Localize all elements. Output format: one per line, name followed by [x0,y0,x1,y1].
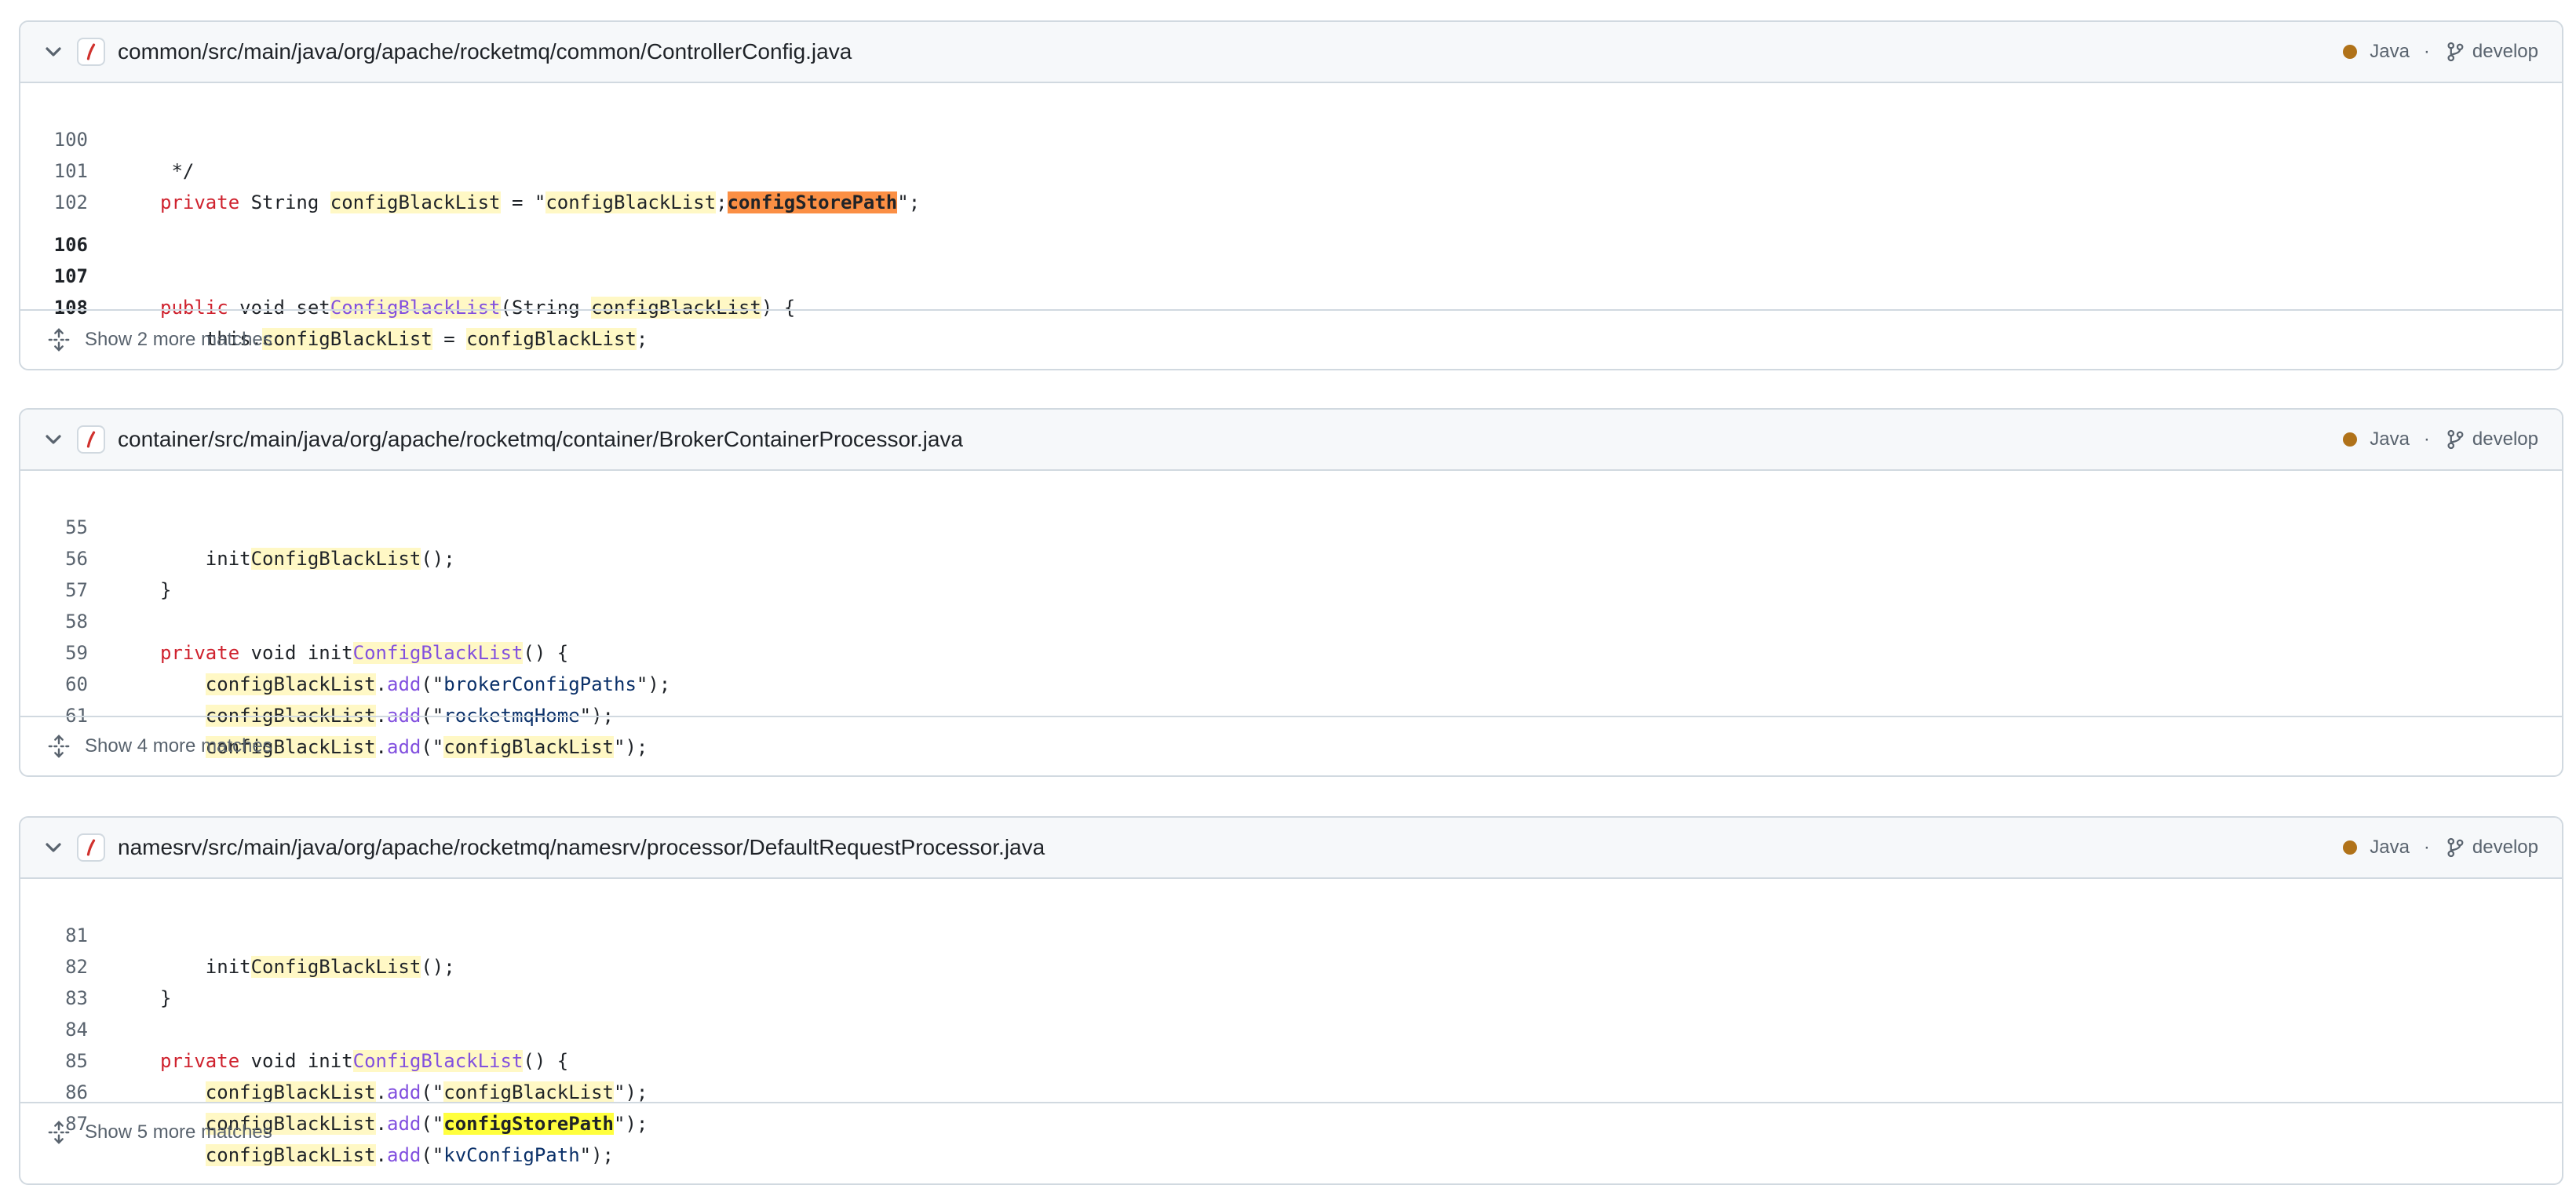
show-more-label: Show 5 more matches [85,1121,272,1143]
chevron-down-icon[interactable] [41,39,66,64]
search-results: common/src/main/java/org/apache/rocketmq… [0,0,2576,1185]
code-line: 60 configBlackList.add("rocketmqHome"); [20,637,2562,727]
meta-separator: · [2423,837,2430,858]
code-line: 85 configBlackList.add("configBlackList"… [20,1014,2562,1103]
code-line: 56 } [20,512,2562,601]
result-meta: Java · develop [2343,22,2538,82]
code-line: 84 private void initConfigBlackList() { [20,983,2562,1072]
result-header: container/src/main/java/org/apache/rocke… [20,410,2562,471]
language-label: Java [2370,41,2410,62]
code-line: 61 configBlackList.add("configBlackList"… [20,669,2562,758]
code-line: 100 */ [20,93,2562,182]
code-line: 55 initConfigBlackList(); [20,480,2562,570]
language-color-dot [2343,45,2358,59]
code-line: 102 [20,155,2562,213]
file-path-link[interactable]: namesrv/src/main/java/org/apache/rocketm… [118,818,1045,877]
code-snippet: 100 */ 101 private String configBlackLis… [20,83,2562,350]
show-more-label: Show 2 more matches [85,329,272,350]
branch-link[interactable]: develop [2472,428,2538,450]
result-card: common/src/main/java/org/apache/rocketmq… [19,20,2563,370]
code-line: 81 initConfigBlackList(); [20,888,2562,978]
chevron-down-icon[interactable] [41,427,66,452]
show-more-label: Show 4 more matches [85,735,272,757]
code-line: 83 [20,951,2562,1009]
code-line: 57 [20,543,2562,601]
git-branch-icon [2447,42,2464,62]
git-branch-icon [2447,837,2464,858]
result-card: namesrv/src/main/java/org/apache/rocketm… [19,816,2563,1185]
result-header: common/src/main/java/org/apache/rocketmq… [20,22,2562,83]
code-line: 58 private void initConfigBlackList() { [20,574,2562,664]
show-more-matches-button[interactable]: Show 5 more matches [20,1102,2562,1161]
code-line: 86 configBlackList.add("configStorePath"… [20,1045,2562,1135]
java-file-icon [77,38,105,66]
java-file-icon [77,425,105,454]
code-snippet: 81 initConfigBlackList(); 82 } 83 84 pri… [20,879,2562,1166]
meta-separator: · [2423,41,2430,62]
language-color-dot [2343,432,2358,447]
code-line: 106 [20,198,2562,256]
meta-separator: · [2423,428,2430,450]
code-line: 82 } [20,920,2562,1009]
unfold-icon [48,1121,70,1144]
language-color-dot [2343,840,2358,855]
file-path-link[interactable]: container/src/main/java/org/apache/rocke… [118,410,963,469]
java-file-icon [77,833,105,862]
code-line: 107 public void setConfigBlackList(Strin… [20,229,2562,319]
result-meta: Java · develop [2343,818,2538,877]
code-snippet: 55 initConfigBlackList(); 56 } 57 58 pri… [20,471,2562,758]
language-label: Java [2370,837,2410,858]
result-card: container/src/main/java/org/apache/rocke… [19,408,2563,777]
show-more-matches-button[interactable]: Show 4 more matches [20,716,2562,775]
unfold-icon [48,735,70,758]
unfold-icon [48,328,70,352]
language-label: Java [2370,428,2410,450]
file-path-link[interactable]: common/src/main/java/org/apache/rocketmq… [118,22,852,82]
code-line: 101 private String configBlackList = "co… [20,124,2562,213]
result-header: namesrv/src/main/java/org/apache/rocketm… [20,818,2562,879]
show-more-matches-button[interactable]: Show 2 more matches [20,309,2562,369]
code-line: 108 this.configBlackList = configBlackLi… [20,261,2562,350]
branch-link[interactable]: develop [2472,837,2538,859]
git-branch-icon [2447,429,2464,450]
chevron-down-icon[interactable] [41,835,66,860]
code-line: 59 configBlackList.add("brokerConfigPath… [20,606,2562,695]
result-meta: Java · develop [2343,410,2538,469]
branch-link[interactable]: develop [2472,41,2538,63]
